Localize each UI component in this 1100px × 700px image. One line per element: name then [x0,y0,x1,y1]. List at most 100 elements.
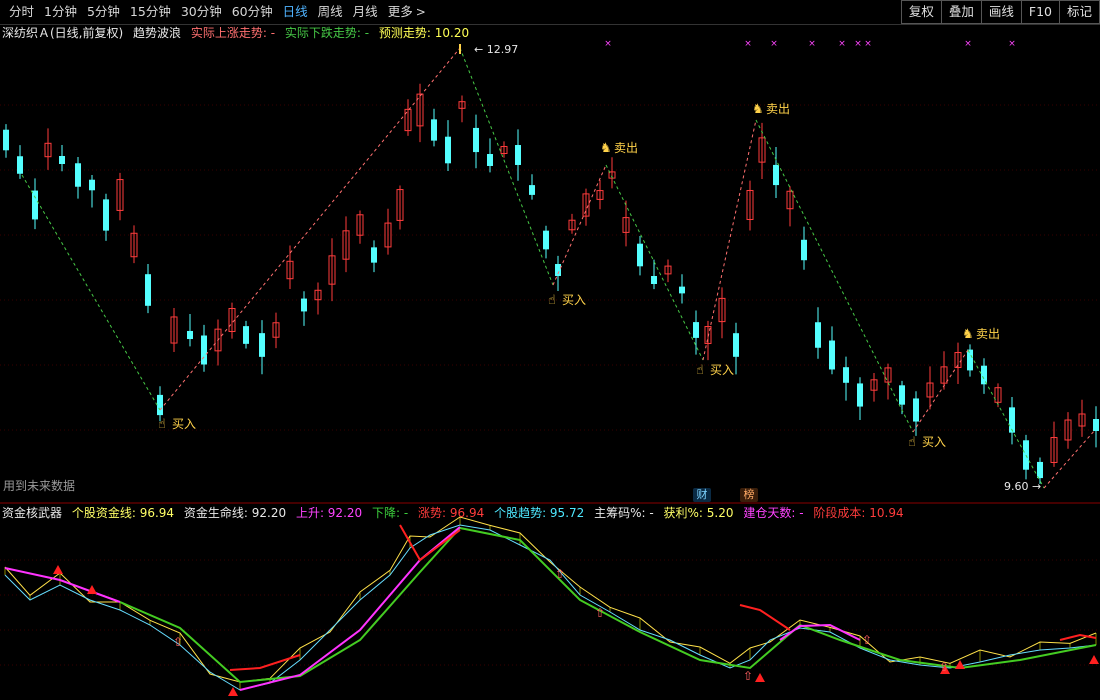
stock-trend-value: 个股趋势: 95.72 [494,506,585,520]
life-line-down [119,526,801,684]
sell-signal-icon: ♞ [752,102,764,117]
signal-triangle-icon [53,565,63,574]
up-arrow-icon: ⇧ [595,606,605,620]
candle-body-down [32,190,38,220]
trend-wave-line [552,164,607,286]
trend-wave-line [159,47,461,411]
candle-body-down [1023,440,1029,470]
finance-badge[interactable]: 财 [693,488,711,502]
candle-body-down [473,127,479,153]
predicted-trend-value: 预测走势: 10.20 [378,26,470,40]
candle-body-down [637,243,643,267]
candle-body-down [899,385,905,405]
candle-body-down [693,322,699,338]
indicator-header: 资金核武器 个股资金线: 96.94 资金生命线: 92.20 上升: 92.2… [2,505,910,521]
life-line-value: 资金生命线: 92.20 [183,506,287,520]
main-chips-value: 主筹码%: - [594,506,654,520]
low-price-label: 9.60 → [1004,480,1041,493]
indicator-name[interactable]: 趋势波浪 [133,26,181,40]
buy-signal-icon: ☝ [158,417,166,432]
candle-body-down [145,274,151,306]
buy-signal: 买入 [710,363,734,377]
life-line-up [4,567,121,603]
candle-body-down [103,199,109,231]
trend-wave-line [605,164,704,361]
x-marker-icon: × [770,39,778,49]
uptrend-segment [739,604,791,631]
candle-body-down [733,333,739,357]
candle-body-down [487,154,493,166]
candle-body-down [157,394,163,416]
indicator-title[interactable]: 资金核武器 [2,506,62,520]
x-marker-icon: × [964,39,972,49]
x-marker-icon: × [864,39,872,49]
candle-body-down [187,330,193,340]
x-marker-icon: × [808,39,816,49]
stock-title[interactable]: 深纺织Ａ(日线,前复权) [2,26,123,40]
high-price-label: ← 12.97 [474,43,518,56]
buy-signal: 买入 [922,435,946,449]
x-marker-icon: × [604,39,612,49]
x-marker-icon: × [1008,39,1016,49]
trend-wave-line [912,349,969,433]
candle-body-down [815,322,821,348]
capital-line [4,516,1097,683]
candle-body-down [773,164,779,186]
buy-signal: 买入 [172,417,196,431]
candle-body-down [1009,407,1015,433]
main-chart-header: 深纺织Ａ(日线,前复权) 趋势波浪 实际上涨走势: - 实际下跌走势: - 预测… [2,25,475,41]
candle-body-down [801,239,807,261]
candle-body-down [3,129,9,151]
candle-body-down [1093,419,1099,431]
buy-signal: 买入 [562,293,586,307]
up-arrow-icon: ⇧ [555,567,565,581]
candle-body-down [445,136,451,164]
buy-signal-icon: ☝ [696,363,704,378]
candle-body-down [17,156,23,174]
candle-body-down [59,156,65,164]
candle-body-down [679,286,685,294]
candle-body-down [1037,461,1043,479]
x-marker-icon: × [838,39,846,49]
sell-signal: 卖出 [976,327,1000,341]
candle-body-down [201,335,207,365]
trend-wave-line [459,47,554,286]
trend-wave-line [21,174,161,411]
sell-signal-icon: ♞ [962,327,974,342]
trend-wave-line [967,349,1045,489]
candle-body-down [829,340,835,370]
sell-signal-icon: ♞ [600,141,612,156]
candle-body-down [301,298,307,312]
up-arrow-icon: ⇧ [743,669,753,683]
candle-body-down [967,349,973,371]
ranking-badge[interactable]: 榜 [740,488,758,502]
kline-chart-canvas[interactable]: × × × × × × × × ×☝ 买入☝ 买入☝ 买入☝ 买入♞ 卖出♞ 卖出♞ 卖出← 12.979.6… [0,0,1100,700]
fall-trend-value: 实际下跌走势: - [284,26,370,40]
candle-body-down [75,163,81,187]
candle-body-down [243,326,249,344]
trend-wave-line [1043,429,1096,489]
buy-signal-icon: ☝ [908,435,916,450]
candle-body-down [89,179,95,191]
candle-body-down [843,367,849,383]
uptrend-value: 涨势: 96.94 [418,506,485,520]
x-marker-icon: × [854,39,862,49]
candle-body-down [543,230,549,250]
future-data-note: 用到未来数据 [3,479,76,493]
sell-signal: 卖出 [766,102,790,116]
candle-body-down [371,247,377,263]
trend-wave-line [702,119,757,361]
signal-triangle-icon [1089,655,1099,664]
up-arrow-icon: ⇧ [173,635,183,649]
uptrend-segment [1059,633,1097,641]
candle-body-down [529,185,535,195]
fall-value: 下降: - [371,506,409,520]
up-arrow-icon: ⇧ [862,633,872,647]
candle-body-down [431,119,437,141]
sell-signal: 卖出 [614,141,638,155]
rise-value: 上升: 92.20 [295,506,363,520]
candle-body-down [857,383,863,407]
trend-wave-line [755,119,914,433]
capital-line-value: 个股资金线: 96.94 [71,506,175,520]
signal-triangle-icon [755,673,765,682]
